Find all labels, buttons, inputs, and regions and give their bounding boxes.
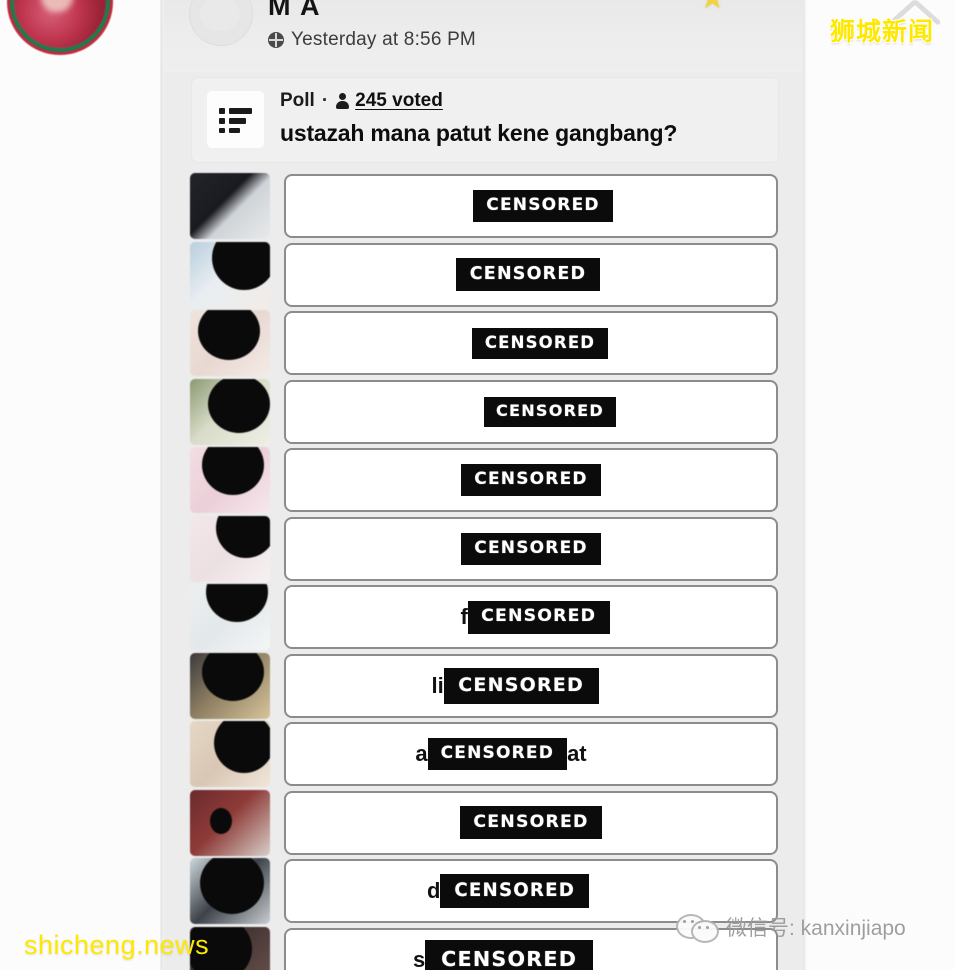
face-redaction-circle	[206, 584, 268, 623]
option-text-suffix: at	[567, 741, 587, 767]
watermark-top-right: 狮城新闻	[830, 18, 935, 46]
option-thumbnail[interactable]	[190, 652, 270, 719]
poll-option-label: CENSORED	[461, 532, 601, 565]
poll-option-row[interactable]: a CENSORED at	[164, 720, 802, 789]
option-thumbnail[interactable]	[190, 310, 270, 377]
poll-option-row[interactable]: CENSORED	[164, 515, 802, 584]
poll-option-button[interactable]: f CENSORED	[284, 585, 778, 650]
author-name[interactable]: M A	[268, 0, 321, 21]
option-thumbnail[interactable]	[190, 515, 270, 582]
poll-option-button[interactable]: CENSORED	[284, 448, 778, 513]
poll-option-row[interactable]: CENSORED	[164, 446, 802, 515]
avatar-placeholder	[200, 0, 240, 31]
poll-options-list: CENSORED CENSORED CENSORED CENSORED CENSORED…	[164, 172, 802, 970]
poll-option-row[interactable]: CENSORED	[164, 172, 802, 241]
poll-option-label: d CENSORED	[427, 874, 589, 909]
option-text-prefix: s	[413, 946, 426, 970]
censored-bar: CENSORED	[425, 940, 593, 970]
option-thumbnail[interactable]	[190, 584, 270, 651]
censored-bar: CENSORED	[456, 258, 600, 292]
author-avatar[interactable]	[189, 0, 253, 46]
wechat-logo-icon	[676, 912, 719, 943]
globe-icon	[268, 32, 284, 48]
option-text-prefix: a	[415, 741, 428, 767]
option-thumbnail[interactable]	[190, 447, 270, 514]
page-gutter-left	[0, 0, 162, 970]
poll-option-label: a CENSORED at	[415, 738, 587, 771]
page-gutter-right	[806, 0, 954, 970]
option-thumbnail[interactable]	[190, 241, 270, 308]
censored-bar: CENSORED	[440, 874, 589, 909]
option-thumbnail[interactable]	[190, 858, 270, 925]
face-redaction-circle	[202, 447, 264, 496]
face-redaction-circle	[198, 310, 260, 361]
option-thumbnail[interactable]	[190, 173, 270, 240]
poll-option-button[interactable]: CENSORED	[284, 311, 778, 376]
poll-option-button[interactable]: CENSORED	[284, 379, 778, 444]
option-thumbnail[interactable]	[190, 378, 270, 445]
poll-option-label: s CENSORED	[413, 940, 593, 970]
poll-option-label: CENSORED	[460, 806, 602, 840]
poll-option-label: CENSORED	[456, 258, 600, 292]
poll-option-row[interactable]: CENSORED	[164, 378, 802, 447]
wechat-id-label: 微信号: kanxinjiapo	[726, 917, 906, 940]
poll-meta-separator: ·	[321, 90, 329, 111]
face-redaction-circle	[208, 378, 270, 433]
censored-bar: CENSORED	[472, 327, 608, 359]
option-text-prefix: li	[431, 672, 444, 698]
poll-list-icon	[219, 107, 252, 133]
face-redaction-circle	[216, 515, 270, 558]
censored-bar: CENSORED	[460, 806, 602, 840]
post-meta: Yesterday at 8:56 PM	[268, 29, 476, 51]
face-redaction-circle	[200, 858, 264, 915]
face-redaction-circle	[214, 721, 270, 774]
watermark-wechat: 微信号: kanxinjiapo	[676, 912, 906, 943]
poll-option-label: li CENSORED	[431, 667, 599, 704]
voted-count-link[interactable]: 245 voted	[355, 90, 443, 112]
poll-option-row[interactable]: f CENSORED	[164, 583, 802, 652]
poll-option-label: CENSORED	[483, 396, 617, 427]
phone-screen: M A Yesterday at 8:56 PM ★ Poll · 245 vo…	[164, 0, 802, 970]
poll-meta-row: Poll · 245 voted	[280, 90, 443, 112]
poll-option-button[interactable]: CENSORED	[284, 516, 778, 581]
star-icon[interactable]: ★	[699, 0, 726, 14]
poll-option-row[interactable]: CENSORED	[164, 241, 802, 310]
poll-option-button[interactable]: CENSORED	[284, 790, 778, 855]
person-icon	[335, 92, 349, 110]
post-header: M A Yesterday at 8:56 PM ★	[164, 0, 802, 72]
poll-option-row[interactable]: CENSORED	[164, 309, 802, 378]
option-thumbnail[interactable]	[190, 721, 270, 788]
censored-bar: CENSORED	[443, 667, 599, 704]
poll-option-row[interactable]: CENSORED	[164, 789, 802, 858]
poll-option-label: CENSORED	[473, 190, 613, 223]
censored-bar: CENSORED	[467, 600, 610, 634]
post-timestamp[interactable]: Yesterday at 8:56 PM	[291, 29, 476, 51]
face-redaction-circle	[212, 241, 270, 290]
face-redaction-circle	[202, 652, 264, 701]
face-redaction-circle	[210, 807, 232, 834]
poll-option-button[interactable]: CENSORED	[284, 242, 778, 307]
poll-question-card: Poll · 245 voted ustazah mana patut kene…	[192, 78, 778, 162]
watermark-bottom-left: shicheng.news	[24, 930, 210, 960]
censored-bar: CENSORED	[461, 532, 601, 565]
option-thumbnail[interactable]	[190, 789, 270, 856]
poll-option-button[interactable]: CENSORED	[284, 174, 778, 239]
poll-icon-container	[207, 91, 264, 148]
censored-bar: CENSORED	[461, 464, 601, 497]
poll-option-label: f CENSORED	[460, 600, 610, 634]
censored-bar: CENSORED	[473, 190, 613, 223]
screenshot-canvas: M A Yesterday at 8:56 PM ★ Poll · 245 vo…	[0, 0, 954, 970]
poll-option-row[interactable]: li CENSORED	[164, 652, 802, 721]
poll-option-label: CENSORED	[472, 327, 608, 359]
poll-option-button[interactable]: li CENSORED	[284, 653, 778, 718]
poll-option-button[interactable]: a CENSORED at	[284, 722, 778, 787]
poll-label: Poll	[280, 90, 315, 111]
censored-bar: CENSORED	[427, 738, 568, 771]
poll-option-label: CENSORED	[461, 464, 601, 497]
option-text-prefix: f	[460, 604, 468, 630]
poll-question-text: ustazah mana patut kene gangbang?	[280, 120, 678, 146]
censored-bar: CENSORED	[483, 396, 617, 427]
option-text-prefix: d	[427, 878, 441, 904]
